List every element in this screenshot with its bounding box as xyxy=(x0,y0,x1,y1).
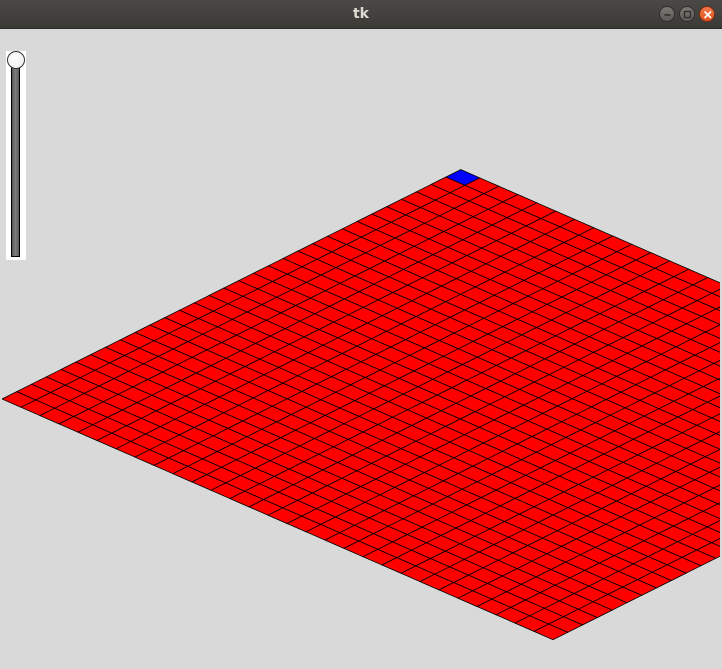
maximize-button[interactable] xyxy=(679,6,695,22)
scale-trough[interactable] xyxy=(11,58,20,257)
app-window: tk xyxy=(0,0,722,669)
title-bar[interactable]: tk xyxy=(0,0,722,29)
close-icon xyxy=(704,11,712,19)
minimize-icon xyxy=(664,14,671,16)
close-button[interactable] xyxy=(699,6,715,22)
canvas[interactable] xyxy=(0,29,722,669)
scale-slider-knob[interactable] xyxy=(7,51,25,69)
isometric-grid[interactable] xyxy=(0,29,722,669)
maximize-icon xyxy=(683,10,692,19)
minimize-button[interactable] xyxy=(659,6,675,22)
window-title: tk xyxy=(352,6,369,22)
